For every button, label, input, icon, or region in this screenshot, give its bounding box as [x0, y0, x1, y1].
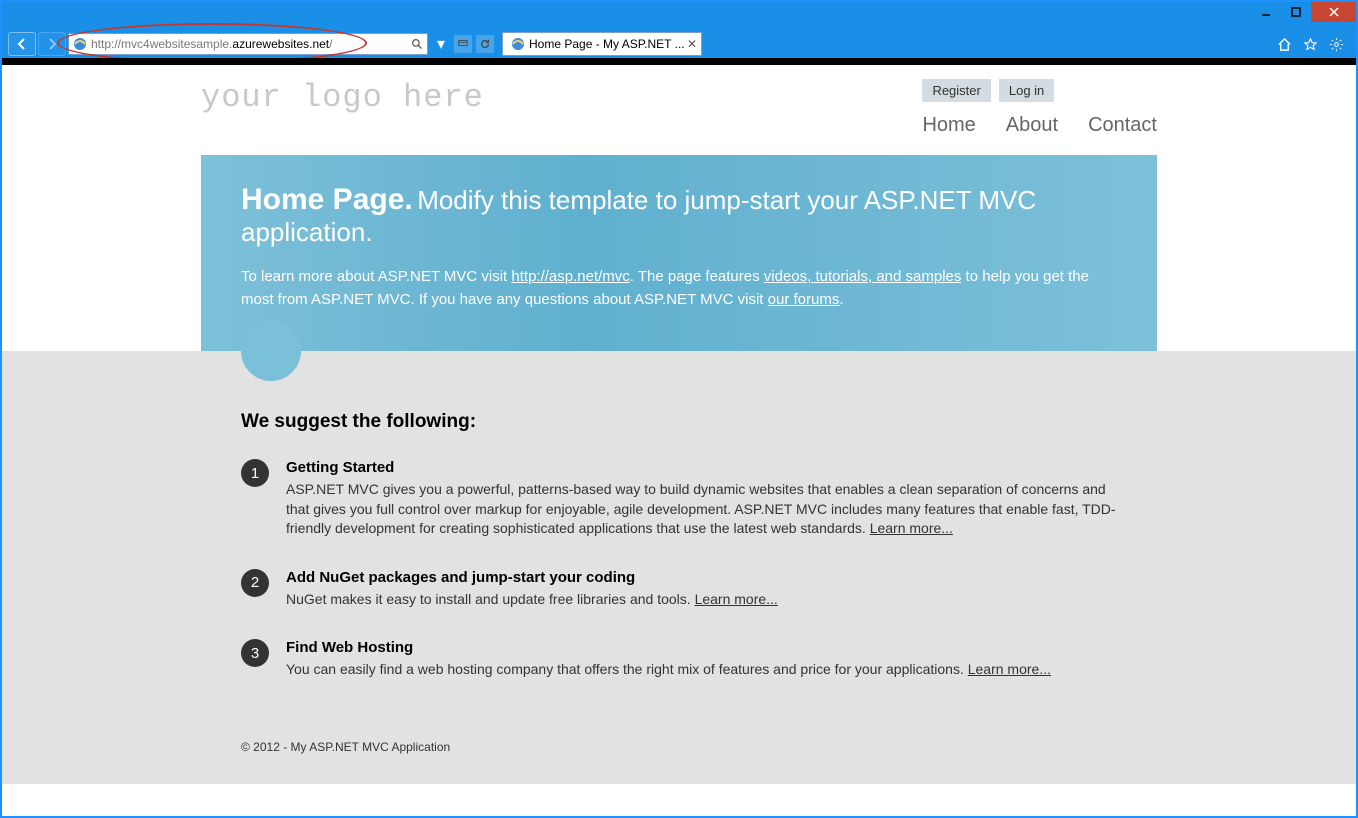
- hero-link-aspnet[interactable]: http://asp.net/mvc: [511, 268, 629, 285]
- ie-icon: [510, 36, 526, 52]
- learn-more-link[interactable]: Learn more...: [870, 520, 953, 536]
- learn-more-link[interactable]: Learn more...: [695, 591, 778, 607]
- browser-toolbar: http://mvc4websitesample.azurewebsites.n…: [2, 30, 1356, 58]
- step-title: Find Web Hosting: [286, 639, 1117, 656]
- hero-title: Home Page.: [241, 183, 413, 216]
- url-text: http://mvc4websitesample.azurewebsites.n…: [91, 37, 407, 51]
- tab-close-icon[interactable]: ✕: [687, 37, 697, 51]
- url-prefix: http://mvc4websitesample.: [91, 37, 232, 51]
- url-suffix: /: [329, 37, 332, 51]
- step-title: Getting Started: [286, 459, 1117, 476]
- home-icon[interactable]: [1276, 36, 1292, 52]
- nav-home[interactable]: Home: [922, 114, 975, 137]
- nav-about[interactable]: About: [1006, 114, 1058, 137]
- nav-contact[interactable]: Contact: [1088, 114, 1157, 137]
- step-item: Find Web Hosting You can easily find a w…: [241, 639, 1117, 680]
- hero-paragraph: To learn more about ASP.NET MVC visit ht…: [241, 266, 1117, 311]
- compat-icon[interactable]: [454, 35, 472, 53]
- favorites-icon[interactable]: [1302, 36, 1318, 52]
- step-item: Getting Started ASP.NET MVC gives you a …: [241, 459, 1117, 539]
- step-body: You can easily find a web hosting compan…: [286, 661, 968, 677]
- hero-link-samples[interactable]: videos, tutorials, and samples: [764, 268, 962, 285]
- step-item: Add NuGet packages and jump-start your c…: [241, 569, 1117, 610]
- dropdown-icon[interactable]: ▾: [432, 35, 450, 53]
- step-body: NuGet makes it easy to install and updat…: [286, 591, 695, 607]
- maximize-button[interactable]: [1281, 2, 1311, 22]
- browser-tab[interactable]: Home Page - My ASP.NET ... ✕: [502, 32, 702, 56]
- step-title: Add NuGet packages and jump-start your c…: [286, 569, 1117, 586]
- back-button[interactable]: [8, 32, 36, 56]
- hero-notch: [241, 321, 301, 381]
- refresh-icon[interactable]: [476, 35, 494, 53]
- top-black-bar: [2, 58, 1356, 65]
- footer-text: © 2012 - My ASP.NET MVC Application: [201, 710, 1157, 754]
- url-domain: azurewebsites.net: [232, 37, 329, 51]
- search-icon[interactable]: [407, 34, 427, 54]
- settings-icon[interactable]: [1328, 36, 1344, 52]
- hero-link-forums[interactable]: our forums: [768, 291, 840, 308]
- ie-icon: [72, 36, 88, 52]
- register-link[interactable]: Register: [922, 79, 990, 102]
- login-link[interactable]: Log in: [999, 79, 1054, 102]
- suggest-heading: We suggest the following:: [241, 411, 1117, 433]
- hero-banner: Home Page. Modify this template to jump-…: [201, 155, 1157, 351]
- address-bar[interactable]: http://mvc4websitesample.azurewebsites.n…: [68, 33, 428, 55]
- minimize-button[interactable]: [1251, 2, 1281, 22]
- forward-button[interactable]: [38, 32, 66, 56]
- step-body: ASP.NET MVC gives you a powerful, patter…: [286, 481, 1116, 536]
- close-button[interactable]: [1311, 2, 1356, 22]
- learn-more-link[interactable]: Learn more...: [968, 661, 1051, 677]
- window-titlebar: [2, 2, 1356, 30]
- logo-text: your logo here: [201, 79, 484, 116]
- page-viewport: your logo here Register Log in Home Abou…: [2, 58, 1356, 816]
- tab-title: Home Page - My ASP.NET ...: [529, 37, 685, 51]
